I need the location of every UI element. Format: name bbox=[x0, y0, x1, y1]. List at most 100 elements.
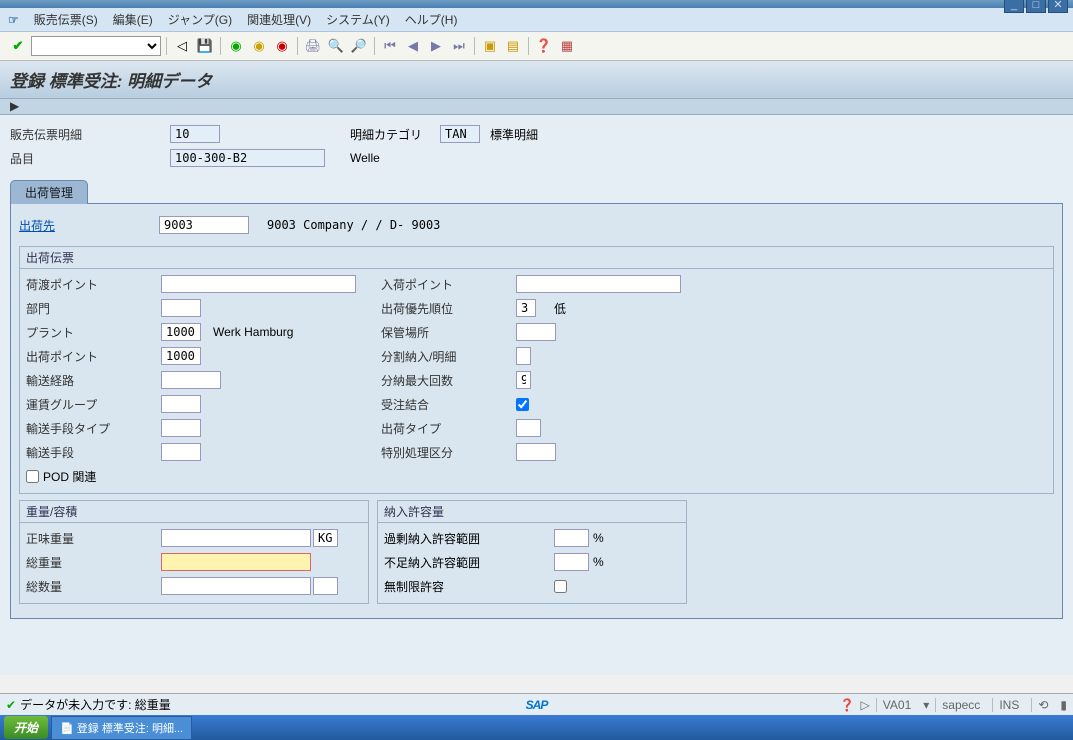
gross-weight-input[interactable] bbox=[161, 553, 311, 571]
start-button[interactable]: 开始 bbox=[4, 716, 48, 739]
unlimited-checkbox[interactable] bbox=[554, 580, 567, 593]
order-comb-checkbox[interactable] bbox=[516, 398, 529, 411]
shortcut-icon[interactable]: ▤ bbox=[503, 36, 523, 56]
maxcount-input[interactable] bbox=[516, 371, 531, 389]
tab-shipping[interactable]: 出荷管理 bbox=[10, 180, 88, 204]
special-input[interactable] bbox=[516, 443, 556, 461]
help-icon[interactable]: ❓ bbox=[534, 36, 554, 56]
page-title: 登録 標準受注: 明細データ bbox=[0, 61, 1073, 99]
receive-point-label: 入荷ポイント bbox=[381, 276, 516, 293]
trans-type-input[interactable] bbox=[161, 419, 201, 437]
command-field[interactable] bbox=[31, 36, 161, 56]
menu-goto[interactable]: ジャンプ(G) bbox=[168, 11, 232, 28]
special-label: 特別処理区分 bbox=[381, 444, 516, 461]
layout-icon[interactable]: ▦ bbox=[557, 36, 577, 56]
plant-input[interactable] bbox=[161, 323, 201, 341]
trans-means-input[interactable] bbox=[161, 443, 201, 461]
menu-edit[interactable]: 編集(E) bbox=[113, 11, 153, 28]
last-page-icon[interactable]: ⏭ bbox=[449, 36, 469, 56]
menu-sales-doc[interactable]: 販売伝票(S) bbox=[34, 11, 98, 28]
menu-extras[interactable]: 関連処理(V) bbox=[247, 11, 311, 28]
next-page-icon[interactable]: ▶ bbox=[426, 36, 446, 56]
category-label: 明細カテゴリ bbox=[350, 126, 440, 143]
category-value bbox=[440, 125, 480, 143]
trans-type-label: 輸送手段タイプ bbox=[26, 420, 161, 437]
exit-icon[interactable]: ◉ bbox=[249, 36, 269, 56]
priority-input[interactable] bbox=[516, 299, 536, 317]
back2-icon[interactable]: ◉ bbox=[226, 36, 246, 56]
plant-label: プラント bbox=[26, 324, 161, 341]
ship-to-text: 9003 Company / / D- 9003 bbox=[267, 218, 440, 232]
net-weight-input[interactable] bbox=[161, 529, 311, 547]
qty-uom[interactable] bbox=[313, 577, 338, 595]
storage-input[interactable] bbox=[516, 323, 556, 341]
ship-type-label: 出荷タイプ bbox=[381, 420, 516, 437]
partial-input[interactable] bbox=[516, 347, 531, 365]
find-next-icon[interactable]: 🔎 bbox=[349, 36, 369, 56]
net-weight-uom[interactable] bbox=[313, 529, 338, 547]
status-system: sapecc bbox=[935, 698, 986, 712]
find-icon[interactable]: 🔍 bbox=[326, 36, 346, 56]
help-status-icon[interactable]: ❓ bbox=[840, 698, 855, 712]
group-tolerance: 納入許容量 過剰納入許容範囲% 不足納入許容範囲% 無制限許容 bbox=[377, 500, 687, 604]
shipping-point-label: 荷渡ポイント bbox=[26, 276, 161, 293]
statusbar: ✔ データが未入力です: 総重量 SAP ❓ ▷ VA01 ▾ sapecc I… bbox=[0, 693, 1073, 715]
minimize-button[interactable]: _ bbox=[1004, 0, 1024, 13]
pod-checkbox[interactable] bbox=[26, 470, 39, 483]
del-point-input[interactable] bbox=[161, 347, 201, 365]
save-icon[interactable]: 💾 bbox=[195, 36, 215, 56]
category-text: 標準明細 bbox=[490, 126, 538, 143]
net-weight-label: 正味重量 bbox=[26, 530, 161, 547]
toolbar: ✔ ◁ 💾 ◉ ◉ ◉ 🖨 🔍 🔎 ⏮ ◀ ▶ ⏭ ▣ ▤ ❓ ▦ bbox=[0, 32, 1073, 61]
qty-input[interactable] bbox=[161, 577, 311, 595]
sap-logo: SAP bbox=[526, 698, 548, 712]
priority-label: 出荷優先順位 bbox=[381, 300, 516, 317]
freight-group-input[interactable] bbox=[161, 395, 201, 413]
new-session-icon[interactable]: ▣ bbox=[480, 36, 500, 56]
back-icon[interactable]: ◁ bbox=[172, 36, 192, 56]
route-input[interactable] bbox=[161, 371, 221, 389]
order-comb-label: 受注結合 bbox=[381, 396, 516, 413]
cancel-icon[interactable]: ◉ bbox=[272, 36, 292, 56]
close-button[interactable]: ✕ bbox=[1048, 0, 1068, 13]
tab-panel: 出荷先 9003 Company / / D- 9003 出荷伝票 荷渡ポイント… bbox=[10, 203, 1063, 619]
status-script-icon[interactable]: ⟲ bbox=[1031, 698, 1054, 712]
priority-text: 低 bbox=[554, 300, 566, 317]
maximize-button[interactable]: □ bbox=[1026, 0, 1046, 13]
task-sap[interactable]: 📄 登録 標準受注: 明細... bbox=[51, 716, 192, 740]
maxcount-label: 分納最大回数 bbox=[381, 372, 516, 389]
route-label: 輸送経路 bbox=[26, 372, 161, 389]
over-pct: % bbox=[593, 531, 604, 545]
unlimited-label: 無制限許容 bbox=[384, 578, 554, 595]
first-page-icon[interactable]: ⏮ bbox=[380, 36, 400, 56]
trans-means-label: 輸送手段 bbox=[26, 444, 161, 461]
group-weight: 重量/容積 正味重量 総重量 総数量 bbox=[19, 500, 369, 604]
ship-type-input[interactable] bbox=[516, 419, 541, 437]
group-tolerance-title: 納入許容量 bbox=[378, 501, 686, 523]
partial-label: 分割納入/明細 bbox=[381, 348, 516, 365]
print-icon[interactable]: 🖨 bbox=[303, 36, 323, 56]
enter-icon[interactable]: ✔ bbox=[8, 36, 28, 56]
freight-group-label: 運賃グループ bbox=[26, 396, 161, 413]
group-weight-title: 重量/容積 bbox=[20, 501, 368, 523]
department-input[interactable] bbox=[161, 299, 201, 317]
client-area: 販売伝票明細 明細カテゴリ 標準明細 品目 Welle 出荷管理 出荷先 900… bbox=[0, 115, 1073, 675]
item-label: 販売伝票明細 bbox=[10, 126, 170, 143]
ship-to-label[interactable]: 出荷先 bbox=[19, 217, 159, 234]
over-tol-input[interactable] bbox=[554, 529, 589, 547]
menu-help[interactable]: ヘルプ(H) bbox=[405, 11, 458, 28]
sub-toolbar: ▶ bbox=[0, 99, 1073, 115]
shipping-point-input[interactable] bbox=[161, 275, 356, 293]
receive-point-input[interactable] bbox=[516, 275, 681, 293]
status-mode: INS bbox=[992, 698, 1025, 712]
item-value bbox=[170, 125, 220, 143]
department-label: 部門 bbox=[26, 300, 161, 317]
status-arrow-icon[interactable]: ▷ bbox=[861, 698, 870, 712]
ship-to-value[interactable] bbox=[159, 216, 249, 234]
status-abort-icon[interactable]: ▮ bbox=[1060, 698, 1067, 712]
menu-system[interactable]: システム(Y) bbox=[326, 11, 390, 28]
status-tcode: VA01 bbox=[876, 698, 917, 712]
storage-label: 保管場所 bbox=[381, 324, 516, 341]
under-tol-input[interactable] bbox=[554, 553, 589, 571]
prev-page-icon[interactable]: ◀ bbox=[403, 36, 423, 56]
